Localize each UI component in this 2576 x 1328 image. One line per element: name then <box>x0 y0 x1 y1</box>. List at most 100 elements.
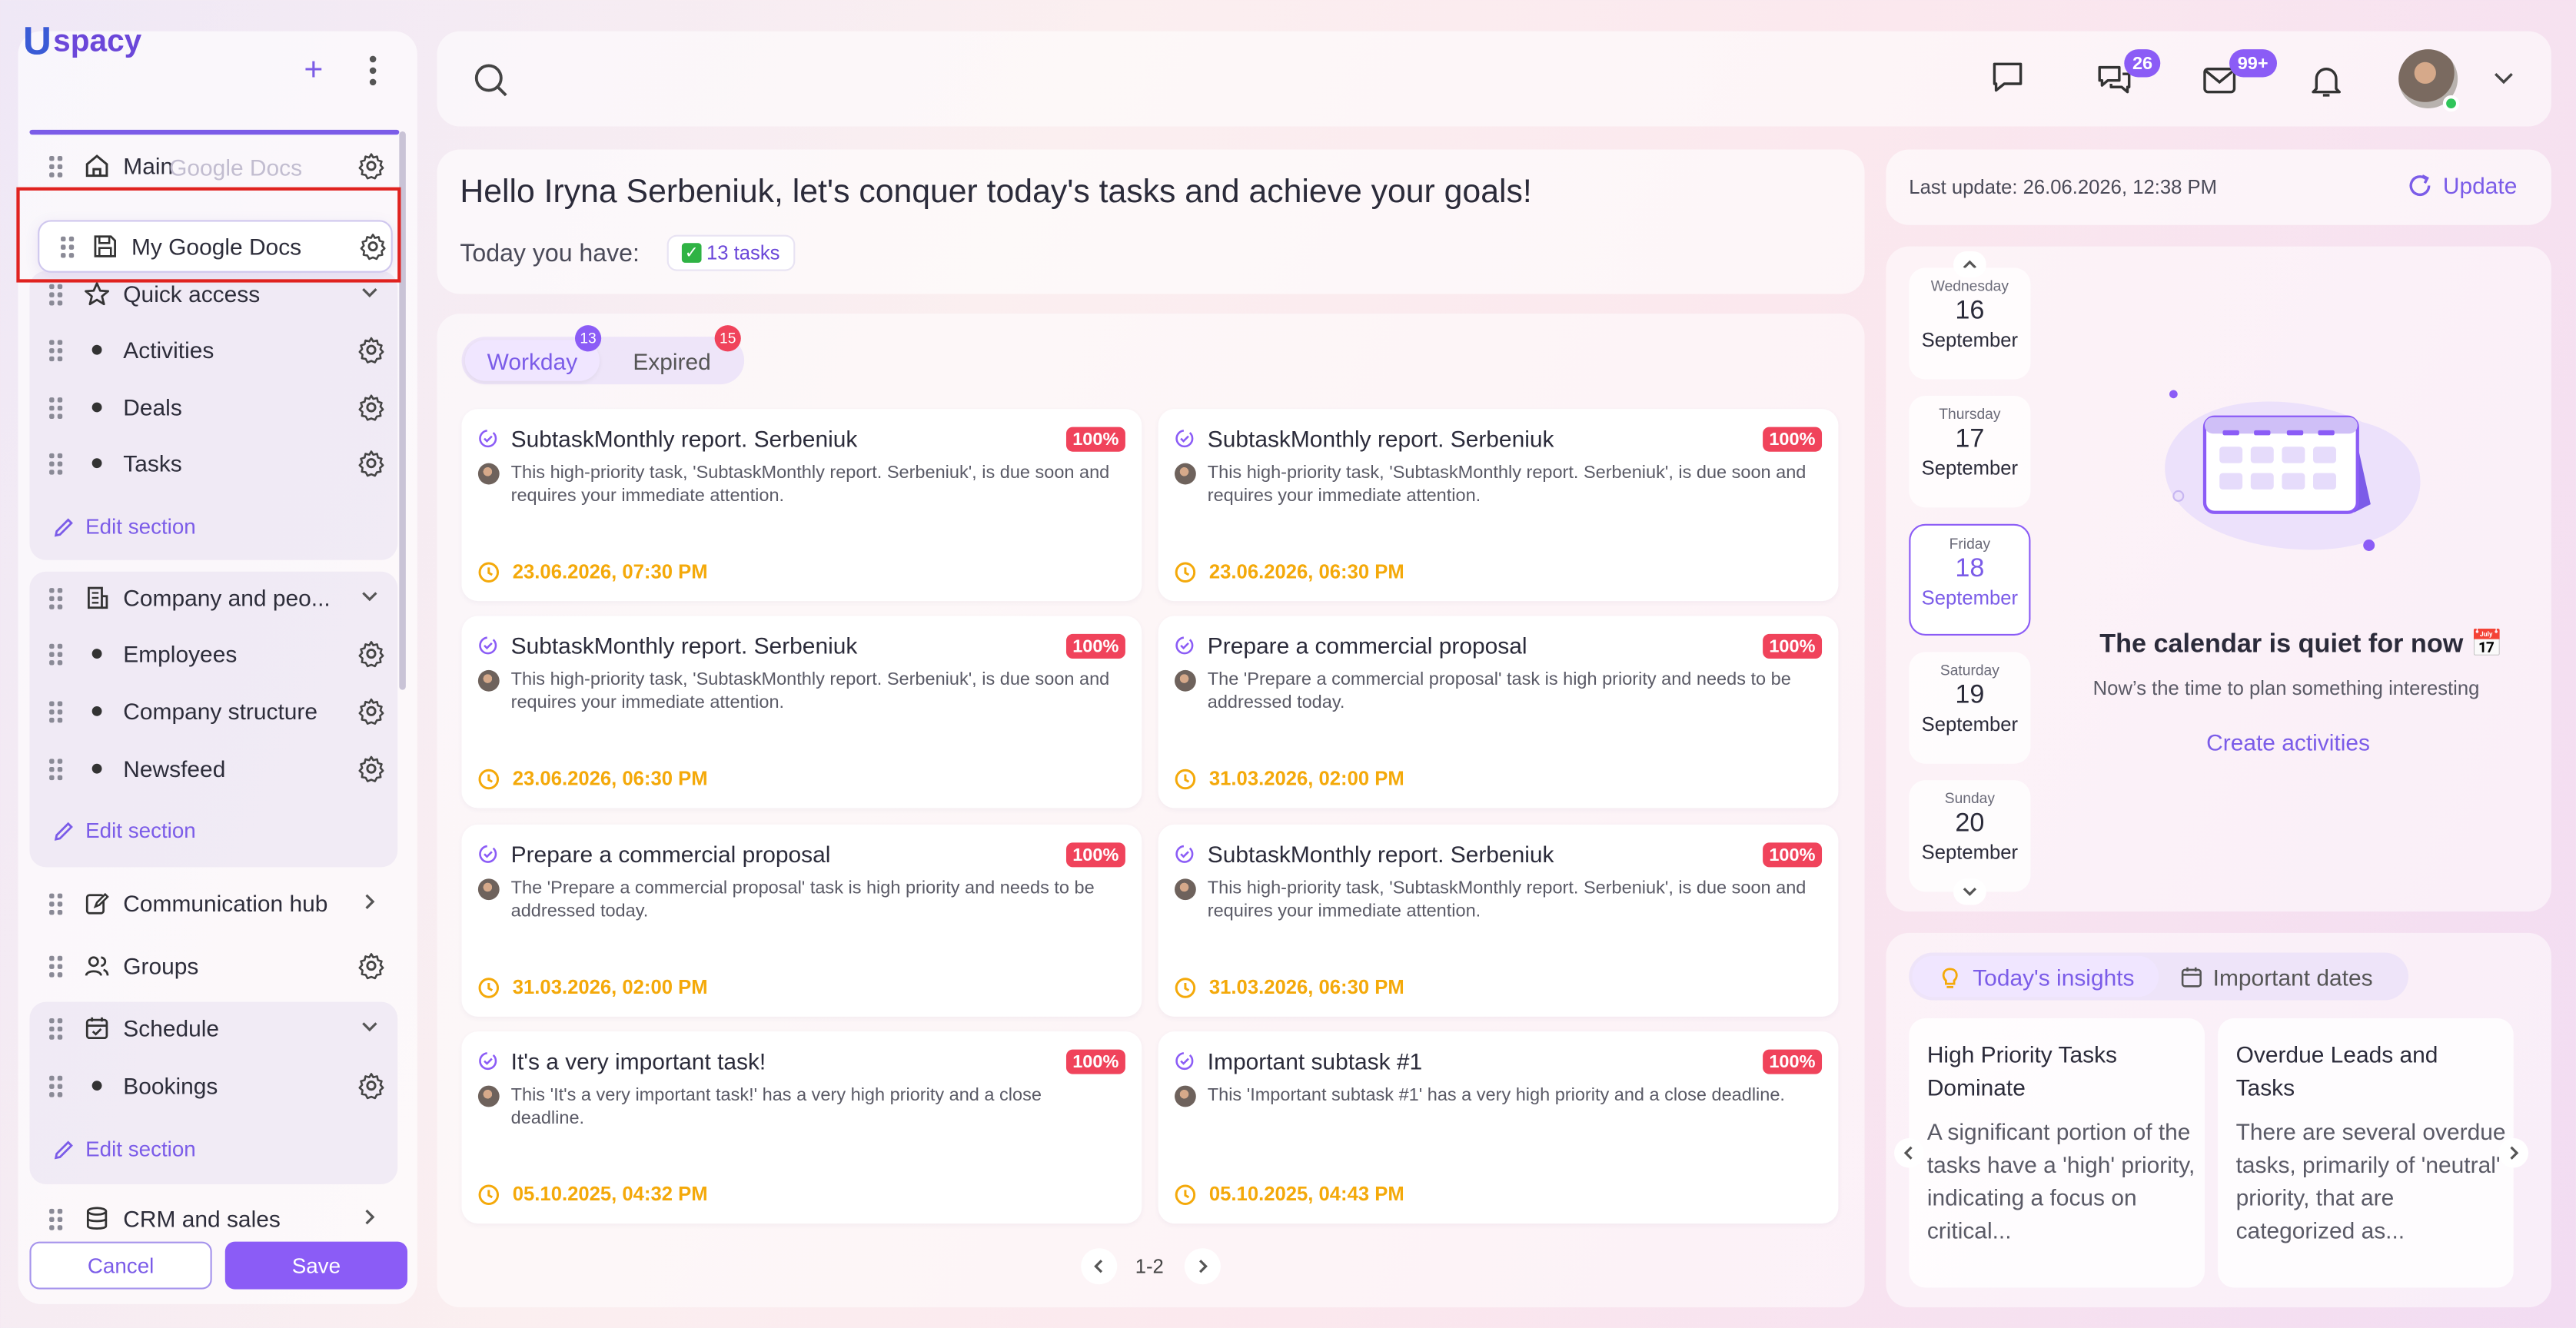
calendar-day[interactable]: Sunday 20 September <box>1909 780 2031 892</box>
drag-handle-icon[interactable] <box>49 283 63 305</box>
task-deadline: 31.03.2026, 02:00 PM <box>1175 767 1404 790</box>
sidebar-item-label: Groups <box>123 952 199 979</box>
drag-handle-icon[interactable] <box>49 642 63 665</box>
gear-icon[interactable] <box>357 393 386 422</box>
task-card[interactable]: Prepare a commercial proposal 100% The 'Pr… <box>1158 616 1839 808</box>
task-card[interactable]: Prepare a commercial proposal 100% The 'Pr… <box>461 824 1142 1017</box>
gear-icon[interactable] <box>357 1071 386 1100</box>
assignee-avatar <box>1175 1085 1196 1107</box>
edit-section-link[interactable]: Edit section <box>52 818 196 842</box>
sidebar-item-label: Employees <box>123 640 238 667</box>
last-update-text: Last update: 26.06.2026, 12:38 PM <box>1909 175 2217 199</box>
task-description: This 'Important subtask #1' has a very h… <box>1207 1085 1785 1106</box>
calendar-day[interactable]: Friday 18 September <box>1909 523 2031 636</box>
insights-prev-button[interactable] <box>1894 1138 1924 1168</box>
sidebar-item-communication-hub[interactable]: Communication hub <box>29 878 397 928</box>
search-icon[interactable] <box>473 62 509 98</box>
sidebar-item-bookings[interactable]: Bookings <box>29 1061 397 1111</box>
sidebar-item-label: CRM and sales <box>123 1205 281 1232</box>
drag-handle-icon[interactable] <box>49 397 63 418</box>
chevron-down-icon[interactable] <box>360 283 380 303</box>
insight-card[interactable]: Overdue Leads and Tasks There are severa… <box>2218 1018 2514 1288</box>
task-card[interactable]: SubtaskMonthly report. Serbeniuk 100% This… <box>461 409 1142 602</box>
drag-handle-icon[interactable] <box>49 758 63 780</box>
drag-handle-icon[interactable] <box>49 154 63 177</box>
gear-icon[interactable] <box>357 951 386 980</box>
drag-handle-icon[interactable] <box>49 700 63 722</box>
task-card[interactable]: Important subtask #1 100% This 'Important … <box>1158 1031 1839 1224</box>
chevron-down-icon[interactable] <box>360 586 380 606</box>
create-activities-link[interactable]: Create activities <box>2206 729 2370 755</box>
chevron-right-icon[interactable] <box>360 891 380 911</box>
insight-title: High Priority Tasks Dominate <box>1926 1041 2118 1101</box>
task-deadline-text: 23.06.2026, 07:30 PM <box>512 559 708 583</box>
drag-handle-icon[interactable] <box>49 339 63 361</box>
assignee-avatar <box>1175 463 1196 485</box>
sidebar-item-employees[interactable]: Employees <box>29 629 397 679</box>
bell-icon[interactable] <box>2308 62 2345 98</box>
more-options-icon[interactable] <box>364 55 381 89</box>
gear-icon[interactable] <box>357 151 386 181</box>
sidebar-item-company[interactable]: Company and peo... <box>29 573 397 622</box>
prev-page-button[interactable] <box>1081 1248 1118 1285</box>
update-button[interactable]: Update <box>2407 172 2517 199</box>
tab-todays-insights[interactable]: Today's insights <box>1912 955 2159 998</box>
assignee-avatar <box>477 878 500 901</box>
calendar-day[interactable]: Saturday 19 September <box>1909 652 2031 764</box>
sidebar-item-deals[interactable]: Deals <box>29 383 397 432</box>
gear-icon[interactable] <box>357 335 386 364</box>
gear-icon[interactable] <box>357 448 386 477</box>
drag-handle-icon[interactable] <box>49 1207 63 1230</box>
task-card[interactable]: SubtaskMonthly report. Serbeniuk 100% This… <box>1158 824 1839 1017</box>
sidebar-item-groups[interactable]: Groups <box>29 941 397 991</box>
calendar-day[interactable]: Thursday 17 September <box>1909 396 2031 508</box>
tasks-count-chip[interactable]: ✓ 13 tasks <box>666 234 795 271</box>
task-title: Important subtask #1 <box>1207 1047 1423 1074</box>
edit-section-link[interactable]: Edit section <box>52 1137 196 1161</box>
chevron-down-icon[interactable] <box>2492 71 2515 87</box>
next-page-button[interactable] <box>1184 1248 1221 1285</box>
chevron-down-icon[interactable] <box>360 1017 380 1037</box>
task-check-icon <box>479 430 497 448</box>
day-number: 16 <box>1955 297 1985 326</box>
tab-important-dates[interactable]: Important dates <box>2180 956 2373 997</box>
task-card[interactable]: It's a very important task! 100% This 'It'… <box>461 1031 1142 1224</box>
gear-icon[interactable] <box>357 696 386 725</box>
bullet-icon <box>91 649 102 659</box>
sidebar-item-schedule[interactable]: Schedule <box>29 1004 397 1053</box>
chat-icon[interactable] <box>1989 59 2026 95</box>
task-progress-badge: 100% <box>1065 427 1125 452</box>
task-description: This high-priority task, 'SubtaskMonthly… <box>510 669 1110 713</box>
drag-handle-icon[interactable] <box>49 452 63 474</box>
sidebar-item-tasks[interactable]: Tasks <box>29 439 397 488</box>
drag-handle-icon[interactable] <box>49 954 63 977</box>
task-card[interactable]: SubtaskMonthly report. Serbeniuk 100% This… <box>461 616 1142 808</box>
sidebar-item-crm[interactable]: CRM and sales <box>29 1194 397 1243</box>
drop-placeholder: Google Docs <box>169 154 303 181</box>
pencil-icon <box>54 1140 73 1159</box>
drag-handle-icon[interactable] <box>49 1074 63 1097</box>
cancel-button[interactable]: Cancel <box>29 1241 212 1290</box>
logo[interactable]: U spacy <box>23 21 141 65</box>
insights-next-button[interactable] <box>2498 1138 2528 1168</box>
task-progress-badge: 100% <box>1065 1049 1125 1074</box>
drag-handle-icon[interactable] <box>49 892 63 915</box>
bullet-icon <box>91 1081 102 1091</box>
insight-card[interactable]: High Priority Tasks Dominate A significa… <box>1909 1018 2205 1288</box>
calendar-day[interactable]: Wednesday 16 September <box>1909 267 2031 380</box>
sidebar-item-label: Company structure <box>123 698 318 725</box>
drag-handle-icon[interactable] <box>49 587 63 609</box>
clock-icon <box>478 561 500 582</box>
gear-icon[interactable] <box>357 754 386 783</box>
chevron-right-icon[interactable] <box>360 1207 380 1227</box>
edit-section-link[interactable]: Edit section <box>52 514 196 539</box>
sidebar-item-company-structure[interactable]: Company structure <box>29 686 397 735</box>
calendar-down-button[interactable] <box>1953 878 1986 905</box>
task-card[interactable]: SubtaskMonthly report. Serbeniuk 100% This… <box>1158 409 1839 602</box>
sidebar-item-activities[interactable]: Activities <box>29 325 397 374</box>
sidebar-item-newsfeed[interactable]: Newsfeed <box>29 744 397 793</box>
drag-handle-icon[interactable] <box>49 1017 63 1039</box>
save-button[interactable]: Save <box>224 1241 408 1290</box>
add-item-button[interactable]: + <box>304 55 323 88</box>
gear-icon[interactable] <box>357 639 386 668</box>
